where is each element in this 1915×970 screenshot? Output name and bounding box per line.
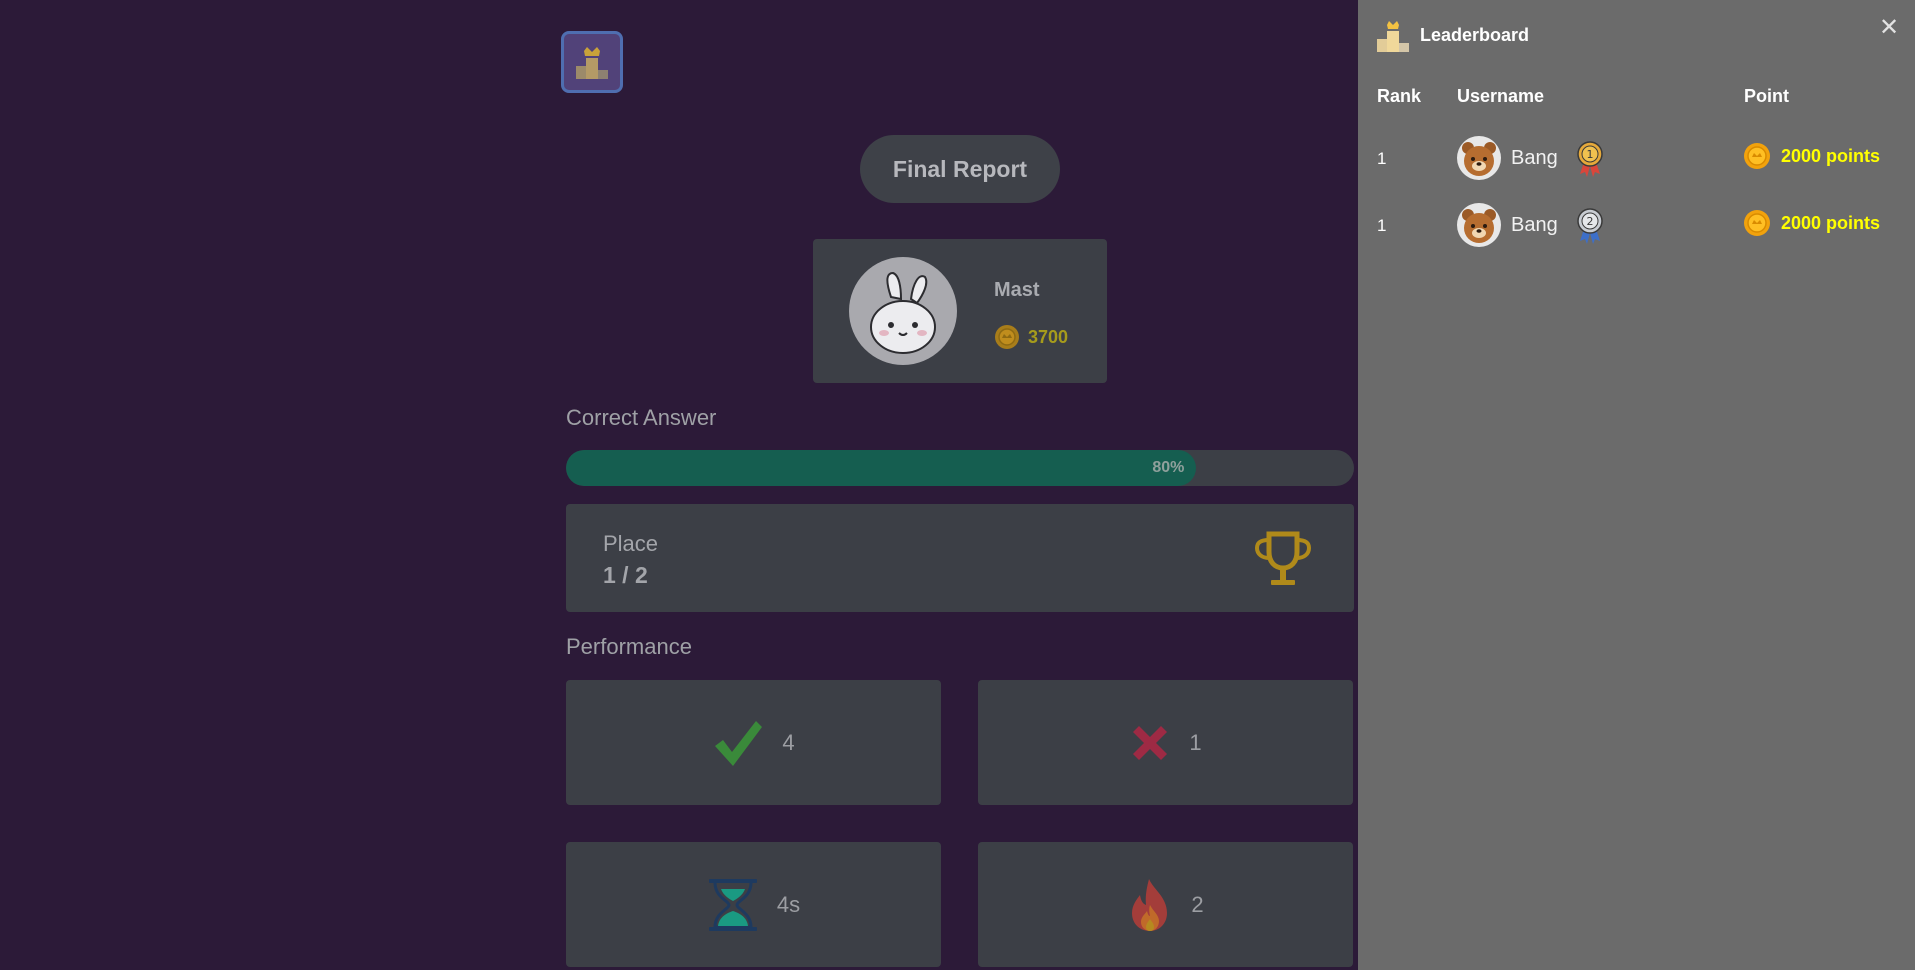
player-card: Mast 3700 xyxy=(813,239,1107,383)
leaderboard-podium-icon xyxy=(576,47,608,79)
user-avatar xyxy=(1457,136,1501,180)
player-name: Mast xyxy=(994,279,1040,301)
checkmark-icon xyxy=(715,720,763,766)
player-coins: 3700 xyxy=(994,324,1068,350)
bear-avatar-icon xyxy=(1462,209,1496,243)
row-username: Bang xyxy=(1511,214,1558,236)
column-username: Username xyxy=(1457,86,1545,106)
column-point: Point xyxy=(1744,86,1789,106)
row-points: 2000 points xyxy=(1743,142,1880,170)
coin-icon xyxy=(1744,210,1770,236)
stat-streak-value: 2 xyxy=(1191,891,1204,917)
column-rank: Rank xyxy=(1377,86,1422,106)
stat-correct-value: 4 xyxy=(782,729,795,755)
bear-avatar-icon xyxy=(1462,142,1496,176)
stat-streak: 2 xyxy=(978,842,1353,967)
svg-text:1: 1 xyxy=(1587,148,1594,161)
leaderboard-toggle-button[interactable] xyxy=(561,31,623,93)
row-points-value: 2000 points xyxy=(1781,145,1881,166)
coin-icon xyxy=(1744,143,1770,169)
stat-wrong-value: 1 xyxy=(1189,729,1202,755)
stat-time: 4s xyxy=(566,842,941,967)
leaderboard-row: 1 Bang 1 2000 points xyxy=(1358,132,1915,186)
leaderboard-title: Leaderboard xyxy=(1420,25,1530,45)
stat-time-value: 4s xyxy=(776,891,801,917)
hourglass-icon xyxy=(708,878,757,931)
place-label: Place xyxy=(603,531,659,556)
leaderboard-podium-icon xyxy=(1377,21,1409,52)
correct-answer-progress: 80% xyxy=(566,450,1354,486)
progress-fill: 80% xyxy=(566,450,1197,486)
rabbit-avatar-icon xyxy=(870,271,936,354)
place-card: Place 1 / 2 xyxy=(566,504,1354,612)
close-icon[interactable]: ✕ xyxy=(1877,16,1901,40)
cross-icon xyxy=(1133,725,1168,760)
performance-label: Performance xyxy=(566,634,692,659)
row-rank: 1 xyxy=(1377,149,1387,168)
row-rank: 1 xyxy=(1377,216,1387,235)
svg-text:2: 2 xyxy=(1587,215,1594,228)
trophy-icon xyxy=(1254,531,1312,585)
stat-wrong: 1 xyxy=(978,680,1353,805)
row-points: 2000 points xyxy=(1743,209,1880,237)
place-value: 1 / 2 xyxy=(603,562,648,588)
user-avatar xyxy=(1457,203,1501,247)
medal-container: 1 xyxy=(1576,140,1604,183)
stat-correct: 4 xyxy=(566,680,941,805)
progress-percent: 80% xyxy=(1152,459,1185,476)
coin-icon xyxy=(995,325,1019,349)
final-report-title: Final Report xyxy=(860,135,1060,203)
row-points-value: 2000 points xyxy=(1781,212,1881,233)
row-username: Bang xyxy=(1511,147,1558,169)
fire-icon xyxy=(1132,878,1168,931)
player-avatar xyxy=(849,257,957,365)
silver-medal-icon: 2 xyxy=(1577,208,1603,244)
leaderboard-panel: Leaderboard ✕ Rank Username Point 1 Bang xyxy=(1358,0,1915,970)
leaderboard-row: 1 Bang 2 2000 points xyxy=(1358,199,1915,253)
player-coins-value: 3700 xyxy=(1028,326,1069,347)
correct-answer-label: Correct Answer xyxy=(566,405,717,430)
medal-container: 2 xyxy=(1576,207,1604,250)
gold-medal-icon: 1 xyxy=(1577,141,1603,177)
